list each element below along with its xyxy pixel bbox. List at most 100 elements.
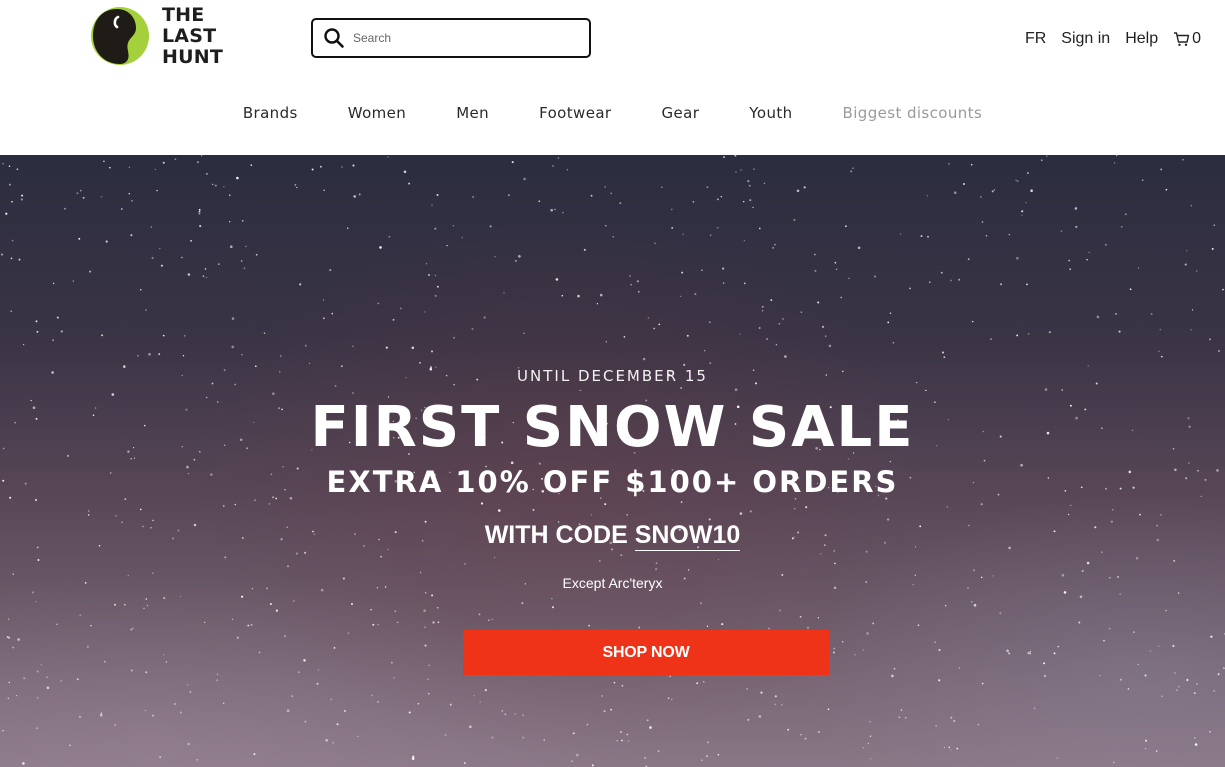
nav-item-footwear[interactable]: Footwear bbox=[539, 104, 611, 122]
star bbox=[671, 698, 673, 701]
star bbox=[434, 227, 437, 230]
nav-item-biggest-discounts[interactable]: Biggest discounts bbox=[843, 104, 983, 122]
star bbox=[638, 626, 641, 629]
search-icon[interactable] bbox=[323, 27, 345, 49]
star bbox=[692, 201, 695, 203]
star bbox=[480, 502, 484, 505]
star bbox=[165, 661, 168, 663]
star bbox=[626, 733, 629, 736]
star bbox=[498, 509, 501, 512]
star bbox=[1176, 689, 1178, 691]
nav-item-brands[interactable]: Brands bbox=[243, 104, 298, 122]
star bbox=[827, 708, 830, 711]
star bbox=[408, 711, 411, 714]
star bbox=[1158, 350, 1160, 353]
nav-item-men[interactable]: Men bbox=[456, 104, 489, 122]
star bbox=[760, 691, 763, 694]
star bbox=[708, 321, 711, 324]
help-link[interactable]: Help bbox=[1125, 30, 1158, 48]
star bbox=[758, 227, 761, 230]
star bbox=[620, 731, 622, 733]
shop-now-button[interactable]: SHOP NOW bbox=[463, 630, 829, 675]
brand-logo[interactable]: THE LAST HUNT bbox=[90, 4, 260, 67]
star bbox=[423, 609, 426, 612]
nav-item-women[interactable]: Women bbox=[348, 104, 406, 122]
star bbox=[449, 703, 452, 706]
nav-item-youth[interactable]: Youth bbox=[749, 104, 792, 122]
star bbox=[626, 514, 628, 516]
star bbox=[962, 182, 965, 186]
logo-mark-icon bbox=[91, 7, 149, 65]
star bbox=[311, 168, 314, 171]
star bbox=[909, 287, 911, 290]
star bbox=[824, 335, 827, 337]
star bbox=[501, 710, 504, 712]
star bbox=[1190, 205, 1192, 207]
star bbox=[1016, 256, 1019, 260]
star bbox=[973, 603, 977, 607]
star bbox=[579, 389, 581, 392]
star bbox=[160, 264, 163, 267]
star bbox=[768, 627, 770, 630]
nav-item-gear[interactable]: Gear bbox=[661, 104, 699, 122]
star bbox=[761, 305, 764, 308]
search-input[interactable] bbox=[353, 31, 573, 45]
star bbox=[430, 350, 434, 353]
star bbox=[130, 628, 133, 631]
cart-link[interactable]: 0 bbox=[1173, 30, 1201, 48]
star bbox=[216, 673, 219, 676]
star bbox=[7, 618, 10, 620]
star bbox=[1074, 207, 1078, 210]
star bbox=[605, 341, 607, 343]
star bbox=[392, 318, 395, 321]
star bbox=[538, 200, 541, 203]
star bbox=[223, 702, 225, 704]
search-box[interactable] bbox=[311, 18, 591, 58]
star bbox=[64, 207, 66, 210]
star bbox=[865, 550, 868, 553]
star bbox=[1086, 259, 1088, 261]
star bbox=[950, 716, 953, 719]
star bbox=[444, 734, 447, 736]
star bbox=[283, 635, 287, 638]
star bbox=[619, 202, 622, 204]
star bbox=[1025, 202, 1027, 204]
star bbox=[109, 166, 111, 169]
star bbox=[82, 196, 85, 199]
star bbox=[145, 598, 148, 600]
sign-in-link[interactable]: Sign in bbox=[1061, 30, 1110, 48]
star bbox=[752, 206, 754, 209]
star bbox=[523, 177, 526, 181]
star bbox=[671, 226, 674, 229]
star bbox=[132, 627, 134, 629]
star bbox=[434, 294, 437, 297]
star bbox=[832, 651, 835, 654]
star bbox=[800, 311, 803, 313]
star bbox=[370, 609, 372, 611]
star bbox=[926, 195, 929, 197]
star bbox=[179, 595, 182, 598]
star bbox=[552, 165, 554, 167]
star bbox=[159, 247, 161, 250]
star bbox=[431, 204, 433, 206]
sale-exclusion-note: Except Arc'teryx bbox=[562, 575, 663, 591]
star bbox=[935, 725, 937, 727]
star bbox=[198, 210, 201, 213]
star bbox=[1160, 355, 1163, 358]
star bbox=[669, 675, 671, 678]
star bbox=[22, 343, 25, 346]
star bbox=[8, 183, 11, 186]
star bbox=[646, 719, 649, 722]
star bbox=[796, 189, 800, 193]
star bbox=[23, 677, 26, 680]
star bbox=[20, 198, 23, 201]
language-switch-link[interactable]: FR bbox=[1025, 30, 1046, 48]
star bbox=[304, 551, 307, 554]
star bbox=[1173, 559, 1176, 562]
star bbox=[740, 169, 742, 171]
star bbox=[1057, 645, 1059, 648]
star bbox=[162, 334, 165, 337]
star bbox=[32, 591, 35, 594]
star bbox=[845, 225, 847, 228]
star bbox=[419, 571, 422, 574]
